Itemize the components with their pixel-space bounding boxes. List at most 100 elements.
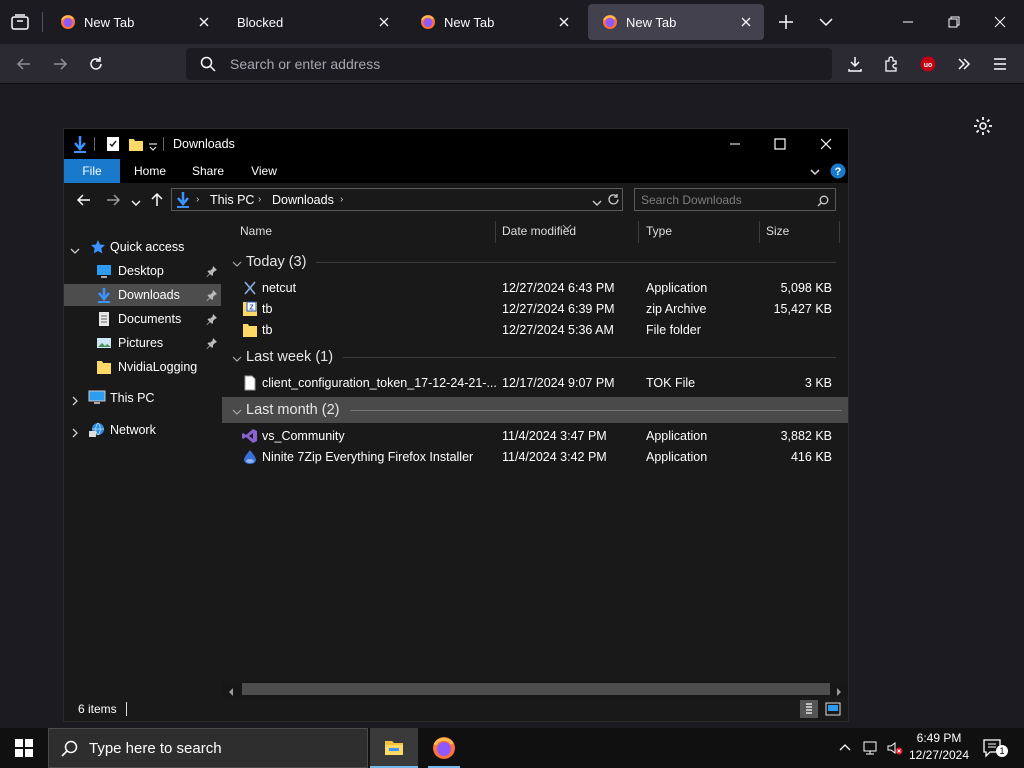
back-arrow-icon[interactable]: [12, 52, 36, 76]
nav-this-pc[interactable]: This PC: [88, 387, 218, 409]
sidebar-item-nvidialogging[interactable]: NvidiaLogging: [96, 356, 221, 378]
taskbar-search[interactable]: [48, 728, 368, 768]
notification-count-badge: 1: [996, 745, 1008, 757]
menu-icon[interactable]: [988, 52, 1012, 76]
horizontal-scrollbar[interactable]: [222, 681, 848, 697]
column-header-type[interactable]: Type: [646, 219, 758, 243]
large-icons-view-icon[interactable]: [824, 700, 842, 718]
sidebar-item-downloads[interactable]: Downloads: [64, 284, 221, 306]
scroll-left-icon[interactable]: [226, 684, 236, 696]
column-header-size[interactable]: Size: [766, 219, 838, 243]
pin-icon[interactable]: [206, 337, 218, 349]
sidebar-item-pictures[interactable]: Pictures: [96, 332, 221, 354]
close-tab-icon[interactable]: [196, 14, 212, 30]
breadcrumb-downloads[interactable]: Downloads: [272, 193, 334, 207]
zip-icon: Z: [242, 301, 258, 317]
tab-blocked[interactable]: Blocked: [226, 4, 402, 40]
back-arrow-icon[interactable]: [76, 192, 92, 208]
pin-icon[interactable]: [206, 289, 218, 301]
ribbon-tab-home[interactable]: Home: [126, 159, 174, 183]
search-box[interactable]: [634, 188, 836, 211]
collapse-chevron-icon[interactable]: [70, 393, 80, 406]
quick-access-dropdown-icon[interactable]: [148, 139, 158, 151]
sidebar-item-documents[interactable]: Documents: [96, 308, 221, 330]
search-icon: [200, 56, 216, 72]
column-label: Type: [646, 224, 673, 238]
breadcrumb-this-pc[interactable]: This PC: [210, 193, 254, 207]
address-input[interactable]: [230, 48, 810, 80]
tab-new-tab-2[interactable]: New Tab: [406, 4, 582, 40]
close-tab-icon[interactable]: [556, 14, 572, 30]
collapse-chevron-icon[interactable]: [70, 425, 80, 438]
overflow-icon[interactable]: [952, 52, 976, 76]
new-folder-icon[interactable]: [128, 136, 144, 152]
restore-icon[interactable]: [944, 12, 964, 32]
file-row[interactable]: tb 12/27/2024 5:36 AM File folder: [222, 320, 842, 341]
details-view-icon[interactable]: [800, 700, 818, 718]
show-hidden-icons-chevron-icon[interactable]: [838, 741, 852, 755]
new-tab-plus-icon[interactable]: [776, 12, 796, 32]
pin-icon[interactable]: [206, 265, 218, 277]
expand-chevron-icon[interactable]: [70, 243, 80, 254]
forward-arrow-icon[interactable]: [48, 52, 72, 76]
group-header-last-week[interactable]: Last week (1): [222, 344, 842, 370]
gear-icon[interactable]: [972, 115, 994, 137]
network-status-icon[interactable]: [862, 740, 880, 756]
file-row[interactable]: netcut 12/27/2024 6:43 PM Application 5,…: [222, 278, 842, 299]
tab-new-tab-1[interactable]: New Tab: [46, 4, 222, 40]
column-header-date[interactable]: Date modified: [502, 219, 638, 243]
properties-icon[interactable]: [106, 136, 120, 152]
up-arrow-icon[interactable]: [149, 192, 165, 208]
download-icon[interactable]: [843, 52, 867, 76]
close-tab-icon[interactable]: [738, 14, 754, 30]
taskbar-firefox[interactable]: [420, 728, 468, 768]
explorer-minimize-icon[interactable]: [726, 135, 744, 153]
url-bar[interactable]: [186, 48, 832, 80]
address-history-chevron-icon[interactable]: [592, 195, 602, 206]
scrollbar-thumb[interactable]: [242, 683, 830, 695]
file-row[interactable]: client_configuration_token_17-12-24-21-.…: [222, 373, 842, 394]
breadcrumb-separator-icon[interactable]: ›: [258, 194, 261, 205]
close-tab-icon[interactable]: [376, 14, 392, 30]
tab-list-icon[interactable]: [10, 12, 30, 32]
file-row[interactable]: Z tb 12/27/2024 6:39 PM zip Archive 15,4…: [222, 299, 842, 320]
ribbon-tab-share[interactable]: Share: [184, 159, 232, 183]
taskbar-search-input[interactable]: [89, 729, 359, 767]
list-all-tabs-chevron-icon[interactable]: [816, 12, 836, 32]
breadcrumb-separator-icon[interactable]: ›: [196, 194, 199, 205]
expand-ribbon-chevron-icon[interactable]: [809, 165, 821, 177]
recent-locations-chevron-icon[interactable]: [131, 195, 141, 206]
extensions-icon[interactable]: [880, 52, 904, 76]
ribbon-tab-file[interactable]: File: [64, 159, 120, 183]
search-icon[interactable]: [817, 194, 829, 207]
taskbar-file-explorer[interactable]: [370, 728, 418, 768]
help-icon[interactable]: ?: [830, 163, 846, 179]
reload-icon[interactable]: [84, 52, 108, 76]
refresh-icon[interactable]: [607, 193, 620, 206]
file-row[interactable]: Ninite 7Zip Everything Firefox Installer…: [222, 447, 842, 468]
clock[interactable]: 6:49 PM 12/27/2024: [906, 730, 972, 766]
close-window-icon[interactable]: [990, 12, 1010, 32]
minimize-icon[interactable]: [898, 12, 918, 32]
pin-icon[interactable]: [206, 313, 218, 325]
explorer-maximize-icon[interactable]: [771, 135, 789, 153]
column-header-name[interactable]: Name: [240, 219, 496, 243]
ublock-icon[interactable]: uo: [916, 52, 940, 76]
nav-quick-access[interactable]: Quick access: [90, 236, 220, 258]
tab-new-tab-active[interactable]: New Tab: [588, 4, 764, 40]
group-label: Today (3): [246, 254, 307, 270]
address-bar[interactable]: › This PC › Downloads ›: [171, 188, 623, 211]
scroll-right-icon[interactable]: [834, 684, 844, 696]
volume-muted-icon[interactable]: [886, 740, 904, 756]
file-row[interactable]: vs_Community 11/4/2024 3:47 PM Applicati…: [222, 426, 842, 447]
sidebar-item-desktop[interactable]: Desktop: [96, 260, 221, 282]
breadcrumb-separator-icon[interactable]: ›: [340, 194, 343, 205]
windows-start-icon[interactable]: [15, 739, 33, 757]
ribbon-tab-view[interactable]: View: [240, 159, 288, 183]
search-downloads-input[interactable]: [641, 189, 811, 210]
nav-network[interactable]: Network: [88, 419, 218, 441]
group-header-last-month[interactable]: Last month (2): [222, 397, 848, 423]
group-header-today[interactable]: Today (3): [222, 249, 842, 275]
explorer-close-icon[interactable]: [817, 135, 835, 153]
forward-arrow-icon[interactable]: [105, 192, 121, 208]
